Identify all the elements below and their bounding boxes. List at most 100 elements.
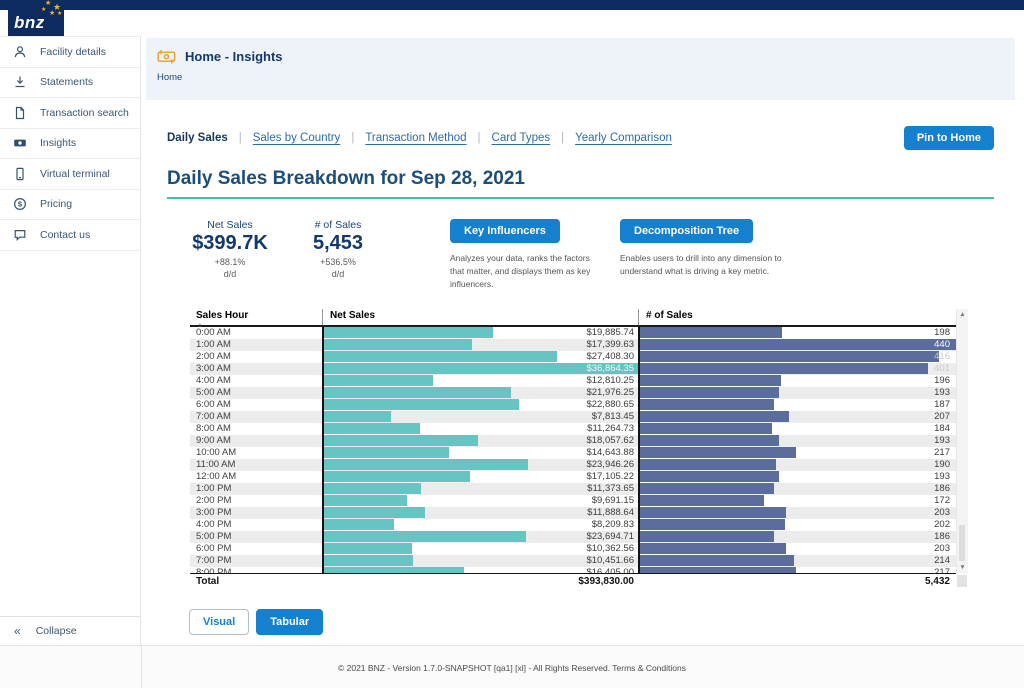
- num-sales-bar: [640, 423, 772, 434]
- net-sales-value: $14,643.88: [586, 447, 634, 459]
- table-row[interactable]: 9:00 AM$18,057.62 193: [190, 435, 956, 447]
- sidebar-item-label: Statements: [40, 76, 93, 88]
- visual-view-button[interactable]: Visual: [189, 609, 249, 635]
- decomposition-tree-button[interactable]: Decomposition Tree: [620, 219, 753, 243]
- scroll-up-icon[interactable]: ▲: [957, 311, 968, 318]
- table-row[interactable]: 10:00 AM $14,643.88 217: [190, 447, 956, 459]
- column-header-num-sales[interactable]: # of Sales: [638, 309, 956, 325]
- sidebar-item-statements[interactable]: Statements: [0, 68, 140, 99]
- sales-hour-cell: 10:00 AM: [190, 447, 322, 459]
- net-sales-value: $21,976.25: [586, 387, 634, 399]
- table-row[interactable]: 5:00 AM$21,976.25193: [190, 387, 956, 399]
- tab-card-types[interactable]: Card Types: [492, 132, 551, 144]
- num-sales-bar: [640, 519, 785, 530]
- table-scrollbar[interactable]: ▲ ▼: [956, 309, 968, 573]
- net-sales-bar: [324, 423, 420, 434]
- sidebar-item-insights[interactable]: Insights: [0, 129, 140, 160]
- sidebar-item-contact-us[interactable]: Contact us: [0, 220, 140, 251]
- num-sales-value: 401: [934, 363, 950, 375]
- sales-hour-cell: 1:00 AM: [190, 339, 322, 351]
- table-row[interactable]: 2:00 AM$27,408.30416: [190, 351, 956, 363]
- num-sales-value: 196: [934, 375, 950, 387]
- tab-yearly-comparison[interactable]: Yearly Comparison: [575, 132, 672, 144]
- sidebar: Facility details Statements Transaction se…: [0, 36, 141, 645]
- key-influencers-button[interactable]: Key Influencers: [450, 219, 560, 243]
- sidebar-item-virtual-terminal[interactable]: Virtual terminal: [0, 159, 140, 190]
- net-sales-value: $27,408.30: [586, 351, 634, 363]
- insight-decomposition-tree: Decomposition Tree Enables users to drill…: [620, 219, 805, 278]
- sidebar-item-transaction-search[interactable]: Transaction search: [0, 98, 140, 129]
- column-header-sales-hour[interactable]: Sales Hour ▲: [190, 309, 322, 325]
- scrollbar-corner: [957, 575, 967, 587]
- tab-transaction-method[interactable]: Transaction Method: [365, 132, 466, 144]
- table-row[interactable]: 1:00 PM$11,373.65186: [190, 483, 956, 495]
- num-sales-bar: [640, 555, 794, 566]
- table-row[interactable]: 0:00 AM$19,885.74198: [190, 327, 956, 339]
- table-row[interactable]: 6:00 AM$22,880.65187: [190, 399, 956, 411]
- tab-separator: |: [478, 132, 481, 144]
- net-sales-value: $10,451.66: [586, 555, 634, 567]
- download-icon: [13, 75, 27, 89]
- table-row[interactable]: 3:00 AM$36,864.35401: [190, 363, 956, 375]
- num-sales-cell: 187: [638, 399, 956, 411]
- net-sales-bar: [324, 339, 472, 350]
- num-sales-value: 440: [934, 339, 950, 351]
- sidebar-collapse-button[interactable]: « Collapse: [0, 616, 140, 645]
- sales-hour-cell: 9:00 AM: [190, 435, 322, 447]
- table-row[interactable]: 12:00 AM$17,105.22193: [190, 471, 956, 483]
- bnz-logo: bnz ★ ★ ★ ★ ★: [8, 0, 64, 36]
- net-sales-cell: $8,209.83: [322, 519, 638, 531]
- table-row[interactable]: 4:00 PM$8,209.83202: [190, 519, 956, 531]
- table-row[interactable]: 6:00 PM$10,362.56203: [190, 543, 956, 555]
- net-sales-bar: [324, 555, 413, 566]
- table-row[interactable]: 3:00 PM$11,888.64203: [190, 507, 956, 519]
- num-sales-cell: 193: [638, 387, 956, 399]
- table-row[interactable]: 8:00 AM$11,264.73184: [190, 423, 956, 435]
- table-row[interactable]: 8:00 PM$16,405.00217: [190, 567, 956, 573]
- total-num-sales: 5,432: [638, 574, 956, 589]
- num-sales-value: 193: [934, 471, 950, 483]
- sales-hour-cell: 3:00 PM: [190, 507, 322, 519]
- document-icon: [13, 106, 27, 120]
- net-sales-cell: $11,264.73: [322, 423, 638, 435]
- sales-hour-cell: 6:00 AM: [190, 399, 322, 411]
- scroll-down-icon[interactable]: ▼: [957, 564, 968, 571]
- table-row[interactable]: 7:00 PM$10,451.66214: [190, 555, 956, 567]
- net-sales-bar: [324, 351, 557, 362]
- pin-to-home-button[interactable]: Pin to Home: [904, 126, 994, 150]
- net-sales-value: $17,399.63: [586, 339, 634, 351]
- net-sales-value: $10,362.56: [586, 543, 634, 555]
- sort-ascending-icon: ▲: [197, 319, 203, 333]
- sales-hour-cell: 8:00 AM: [190, 423, 322, 435]
- main-content: Home - Insights Home Daily Sales|Sales b…: [142, 10, 1024, 645]
- table-row[interactable]: 7:00 AM$7,813.45207: [190, 411, 956, 423]
- table-row[interactable]: 4:00 AM$12,810.25196: [190, 375, 956, 387]
- table-row[interactable]: 11:00 AM$23,946.26190: [190, 459, 956, 471]
- num-sales-bar: [640, 447, 796, 458]
- tab-separator: |: [561, 132, 564, 144]
- net-sales-cell: $18,057.62: [322, 435, 638, 447]
- breadcrumb[interactable]: Home: [157, 72, 1015, 83]
- total-net-sales: $393,830.00: [322, 574, 638, 589]
- table-row[interactable]: 5:00 PM$23,694.71186: [190, 531, 956, 543]
- num-sales-value: 193: [934, 435, 950, 447]
- num-sales-value: 207: [934, 411, 950, 423]
- table-row[interactable]: 1:00 AM $17,399.63 440: [190, 339, 956, 351]
- star-icon: ★: [45, 0, 51, 7]
- num-sales-cell: 217: [638, 447, 956, 459]
- sales-hour-cell: 11:00 AM: [190, 459, 322, 471]
- tab-sales-by-country[interactable]: Sales by Country: [253, 132, 341, 144]
- tabular-view-button[interactable]: Tabular: [256, 609, 323, 635]
- net-sales-cell: $22,880.65: [322, 399, 638, 411]
- insight-description: Enables users to drill into any dimensio…: [620, 252, 805, 278]
- footer: © 2021 BNZ - Version 1.7.0-SNAPSHOT [qa1…: [0, 645, 1024, 688]
- sidebar-item-facility-details[interactable]: Facility details: [0, 37, 140, 68]
- net-sales-bar: [324, 459, 528, 470]
- table-row[interactable]: 2:00 PM$9,691.15172: [190, 495, 956, 507]
- tab-daily-sales[interactable]: Daily Sales: [167, 132, 228, 144]
- sales-hour-cell: 4:00 AM: [190, 375, 322, 387]
- sidebar-item-pricing[interactable]: $Pricing: [0, 190, 140, 221]
- num-sales-cell: 440: [638, 339, 956, 351]
- scrollbar-thumb[interactable]: [959, 525, 965, 561]
- column-header-net-sales[interactable]: Net Sales: [322, 309, 638, 325]
